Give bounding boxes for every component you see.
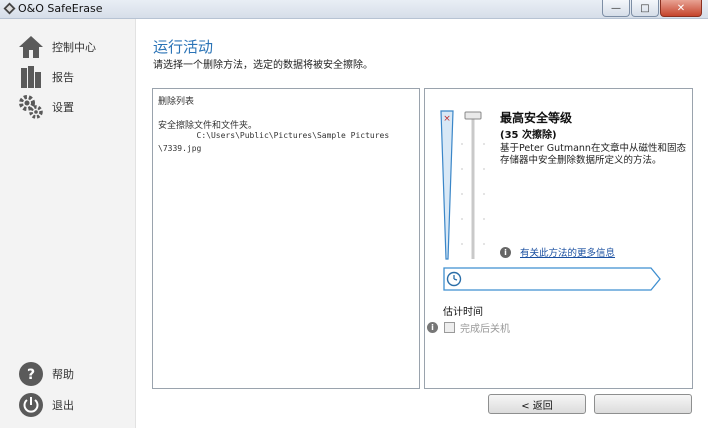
info-icon: i — [500, 246, 511, 258]
power-icon — [19, 393, 43, 417]
page-title: 运行活动 — [153, 38, 214, 56]
more-info-link[interactable]: 有关此方法的更多信息 — [520, 245, 615, 259]
reports-icon — [21, 66, 41, 88]
sidebar: 控制中心 报告 设置 ? 帮助 退出 — [0, 19, 136, 428]
delete-list-item-path: C:\Users\Public\Pictures\Sample Pictures… — [158, 131, 390, 153]
app-logo-icon — [3, 2, 16, 15]
sidebar-item-label: 帮助 — [52, 368, 74, 381]
shutdown-label: 完成后关机 — [460, 324, 510, 335]
home-icon — [19, 36, 43, 58]
minimize-button[interactable]: — — [602, 0, 630, 17]
window-title: O&O SafeErase — [18, 2, 103, 15]
more-info-row: i 有关此方法的更多信息 — [500, 245, 615, 259]
next-button[interactable] — [594, 394, 692, 414]
maximize-button[interactable]: □ — [631, 0, 659, 17]
page-description: 请选择一个删除方法，选定的数据将被安全擦除。 — [153, 60, 373, 71]
svg-text:?: ? — [27, 367, 35, 383]
info-icon: i — [427, 322, 438, 333]
sidebar-item-label: 退出 — [52, 399, 74, 412]
security-level-panel: × 最高安全等级 (35 次擦除) 基于Peter Gutmann在文章中从磁性… — [424, 88, 693, 389]
max-level-marker-icon: × — [443, 114, 451, 124]
delete-list-panel[interactable]: 删除列表 安全擦除文件和文件夹。 C:\Users\Public\Picture… — [152, 88, 420, 389]
sidebar-item-exit[interactable]: 退出 — [18, 392, 74, 418]
sidebar-item-settings[interactable]: 设置 — [18, 94, 74, 120]
slider-thumb[interactable] — [464, 111, 482, 120]
close-icon: ✕ — [676, 2, 686, 14]
minimize-icon: — — [611, 2, 621, 14]
help-icon: ? — [19, 362, 43, 386]
sidebar-item-reports[interactable]: 报告 — [18, 64, 74, 90]
shutdown-checkbox[interactable] — [444, 322, 455, 333]
sidebar-item-label: 报告 — [52, 71, 74, 84]
security-level-title: 最高安全等级 — [500, 111, 573, 125]
close-button[interactable]: ✕ — [660, 0, 702, 17]
security-level-passes: (35 次擦除) — [500, 130, 557, 141]
back-button-label: < 返回 — [521, 400, 553, 412]
sidebar-item-help[interactable]: ? 帮助 — [18, 361, 74, 387]
sidebar-item-label: 设置 — [52, 101, 74, 114]
estimated-time-label: 估计时间 — [443, 307, 483, 318]
security-level-slider[interactable]: × — [439, 109, 501, 264]
maximize-icon: □ — [640, 2, 650, 14]
security-level-description: 基于Peter Gutmann在文章中从磁性和固态存储器中安全删除数据所定义的方… — [500, 143, 686, 166]
title-bar: O&O SafeErase — □ ✕ — [0, 0, 708, 19]
back-button[interactable]: < 返回 — [488, 394, 586, 414]
sidebar-item-control-center[interactable]: 控制中心 — [18, 34, 96, 60]
shutdown-option: i 完成后关机 — [427, 320, 510, 335]
sidebar-item-label: 控制中心 — [52, 41, 96, 54]
delete-list-header: 删除列表 — [158, 97, 195, 107]
settings-gear-icon — [19, 95, 43, 119]
estimated-time-bar — [443, 267, 661, 291]
